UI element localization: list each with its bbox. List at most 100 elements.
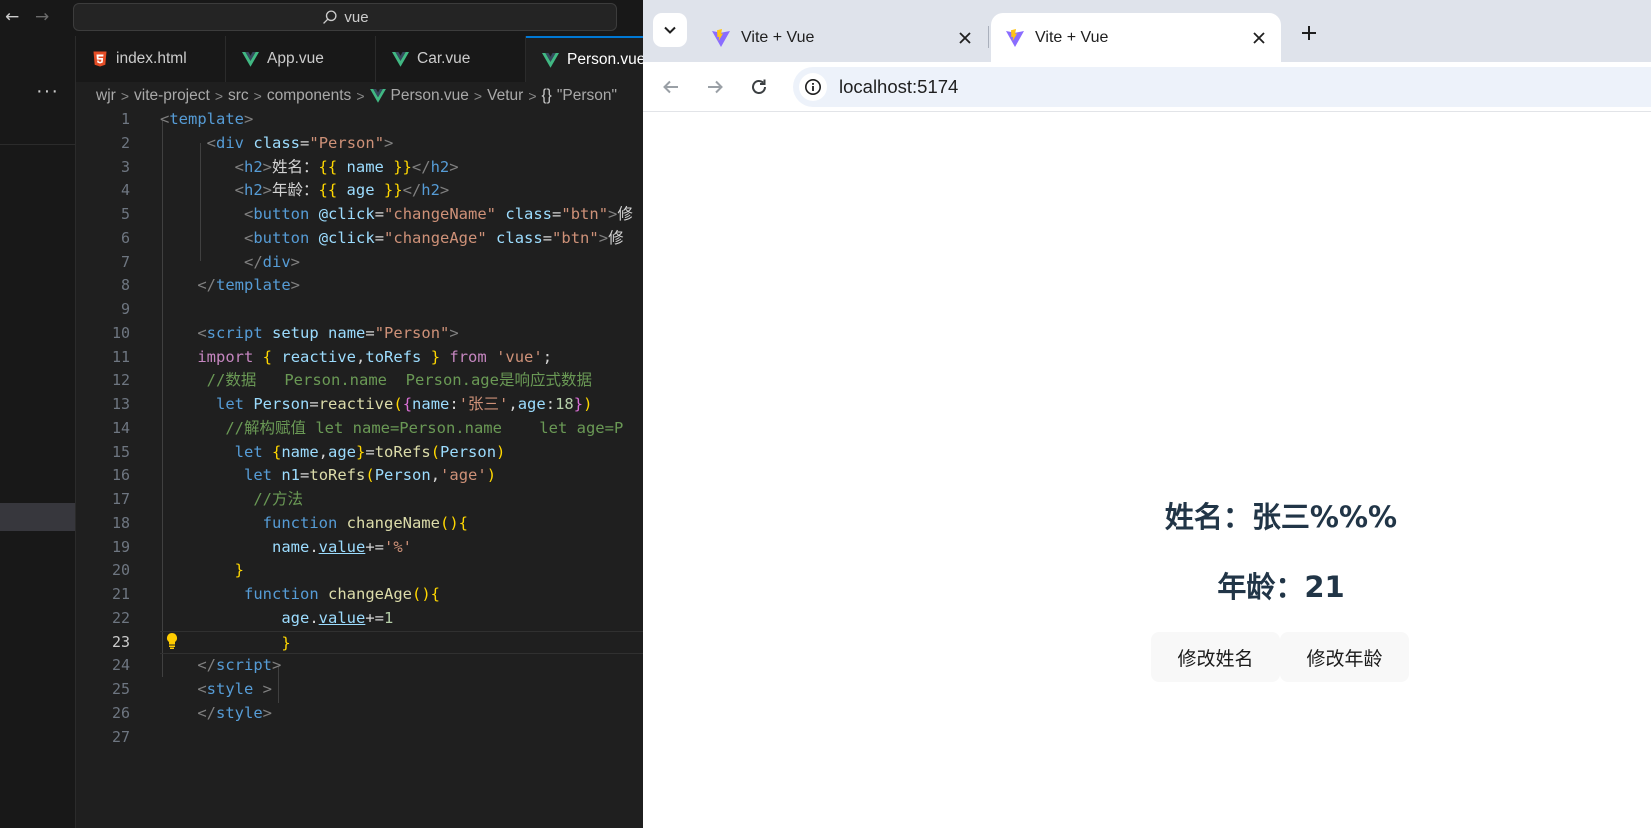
explorer-selected-item[interactable] [0,503,75,531]
line-number-gutter: 1 2 3 4 5 6 7 8 9 10 11 12 13 14 15 16 1… [76,108,158,749]
close-tab-button[interactable] [951,24,979,52]
reload-button[interactable] [744,72,774,102]
token: toRefs [374,442,431,461]
tab-car-vue[interactable]: Car.vue [376,36,526,82]
token: age [281,608,310,627]
token: let [234,442,263,461]
line-number: 12 [111,371,130,390]
token: }} [383,181,403,200]
token: > [608,205,618,223]
person-component: 姓名：张三%%% 年龄：21 修改姓名 修改年龄 [1141,493,1421,682]
line-number: 5 [120,205,130,223]
token: ) [583,395,593,413]
chevron-right-icon: > [528,88,537,104]
browser-tab[interactable]: Vite + Vue [697,13,987,62]
token: > [262,181,273,200]
browser-tab-title: Vite + Vue [1035,28,1109,46]
tab-app-vue[interactable]: App.vue [226,36,376,82]
code-editor[interactable]: <template> <div class="Person"> <h2>姓名：{… [160,108,643,749]
tab-index-html[interactable]: index.html [76,36,226,82]
back-arrow-icon[interactable]: ← [5,7,19,27]
token: name [271,537,310,556]
code-line: </template> [160,274,643,298]
line-number: 25 [111,680,130,698]
screen: ← → vue ··· index.html App.vue Car.vue P… [0,0,1651,828]
line-number: 18 [111,513,130,532]
token: < [234,157,244,176]
close-tab-button[interactable] [1245,24,1273,52]
code-line: import { reactive,toRefs } from 'vue'; [160,346,643,370]
forward-button[interactable] [700,72,730,102]
token: button [253,205,310,223]
line-number: 10 [111,323,130,342]
tab-search-button[interactable] [653,13,687,47]
line-number: 8 [120,276,130,295]
browser-tab-active[interactable]: Vite + Vue [991,13,1281,62]
back-button[interactable] [656,72,686,102]
forward-arrow-icon[interactable]: → [35,7,49,27]
arrow-right-icon [708,80,723,94]
divider [0,144,76,145]
code-line: <button @click="changeAge" class="btn">修 [244,228,624,247]
code-line: <template> [160,108,643,132]
token: += [365,608,385,627]
breadcrumb-item[interactable]: vite-project [134,87,210,105]
more-actions-icon[interactable]: ··· [36,80,59,103]
address-bar[interactable]: localhost:5174 [793,67,1651,107]
braces-icon: {} [541,87,552,104]
code-comment: //解构赋值 let name=Person.name let age=P [225,418,624,437]
code-comment: //方法 [253,490,303,508]
info-icon [805,79,821,95]
token: , [508,395,518,413]
token: @click [318,205,375,223]
token: } [430,347,441,366]
token: , [356,347,366,366]
plus-icon [1302,26,1316,40]
tab-label: Person.vue [567,51,643,68]
breadcrumb-item[interactable]: wjr [96,87,116,105]
line-number: 11 [111,347,130,366]
tab-person-vue[interactable]: Person.vue [526,36,643,82]
token: { [458,513,468,532]
token: } [281,633,291,652]
code-line: //方法 [160,488,643,512]
token: </ [244,252,263,271]
breadcrumb-item[interactable]: components [267,87,351,105]
token: < [244,228,254,247]
close-icon [1253,31,1265,44]
breadcrumb-item[interactable]: "Person" [557,87,617,105]
token: 修 [608,228,624,247]
breadcrumb-item[interactable]: Person.vue [391,87,469,105]
token: value [318,608,366,627]
change-name-button[interactable]: 修改姓名 [1151,632,1280,682]
token: let [216,395,244,413]
token: ( [393,395,403,413]
token: < [160,110,170,128]
token: : [545,395,556,413]
tab-label: Car.vue [417,50,471,67]
token: = [365,323,375,342]
token: = [374,228,385,247]
token: () [439,513,459,532]
token: n1 [281,466,301,485]
breadcrumb-item[interactable]: src [228,87,249,105]
token: () [412,585,431,603]
token: > [272,656,282,675]
token: {{ [318,157,338,176]
code-line: function changeName(){ [160,512,643,536]
token: 姓名： [272,157,319,176]
token: : [449,395,459,413]
line-number: 6 [120,228,130,247]
command-center-search[interactable]: vue [73,3,617,31]
vite-icon [1006,28,1024,47]
code-line: </div> [160,251,643,275]
line-number: 21 [111,585,130,603]
breadcrumb-item[interactable]: Vetur [487,87,523,105]
chevron-right-icon: > [214,88,223,104]
token: > [449,323,459,342]
new-tab-button[interactable] [1294,18,1324,48]
change-age-button[interactable]: 修改年龄 [1280,632,1409,682]
site-info-button[interactable] [799,73,827,101]
arrow-left-icon [663,80,678,94]
